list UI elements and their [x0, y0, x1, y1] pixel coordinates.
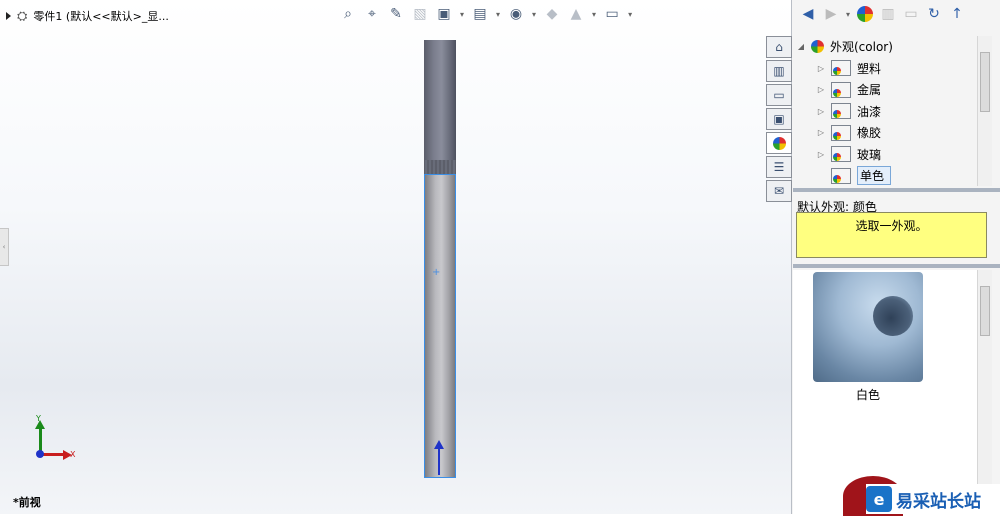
- splitter[interactable]: [793, 264, 1000, 268]
- design-library-tab-icon[interactable]: ▥: [766, 60, 792, 82]
- feature-tree-item[interactable]: ⛭ 零件1 (默认<<默认>_显...: [6, 8, 169, 24]
- tree-item-label: 单色: [857, 166, 892, 186]
- zoom-to-fit-icon[interactable]: ⌕: [338, 4, 358, 24]
- part-icon: ⛭: [17, 8, 28, 24]
- chevron-down-icon[interactable]: ▾: [592, 10, 596, 19]
- graphics-area[interactable]: ⛭ 零件1 (默认<<默认>_显... ⌕ ⌖ ✎ ▧ ▣ ▾ ▤ ▾ ◉ ▾ ◆ ▲…: [0, 0, 792, 514]
- tree-root-label: 外观(color): [830, 40, 893, 55]
- folder-icon: [831, 146, 851, 163]
- triad-origin: [36, 450, 44, 458]
- section-view-icon[interactable]: ▧: [410, 4, 430, 24]
- scrollbar-thumb[interactable]: [980, 286, 990, 336]
- appearance-icon[interactable]: [855, 4, 875, 24]
- view-palette-tab-icon[interactable]: ▣: [766, 108, 792, 130]
- splitter[interactable]: [793, 188, 1000, 192]
- expand-icon[interactable]: ▷: [817, 150, 825, 159]
- tree-item[interactable]: ▷ 塑料: [797, 58, 977, 80]
- thumbnail-scrollbar[interactable]: [977, 270, 992, 514]
- apply-scene-icon[interactable]: ▲: [566, 4, 586, 24]
- view-orientation-icon[interactable]: ▣: [434, 4, 454, 24]
- folder-icon[interactable]: ▭: [901, 4, 921, 24]
- folder-icon: [831, 60, 851, 77]
- appearances-tab-icon[interactable]: [766, 132, 792, 154]
- forward-icon[interactable]: ▶: [821, 4, 841, 24]
- chevron-down-icon[interactable]: ▾: [628, 10, 632, 19]
- tree-item[interactable]: ▷ 金属: [797, 79, 977, 101]
- previous-view-icon[interactable]: ✎: [386, 4, 406, 24]
- tree-item[interactable]: ▷ 油漆: [797, 101, 977, 123]
- chevron-down-icon[interactable]: ▾: [460, 10, 464, 19]
- tree-item[interactable]: ▷ 橡胶: [797, 122, 977, 144]
- library-icon[interactable]: ▥: [878, 4, 898, 24]
- hint-box: 选取一外观。: [796, 212, 987, 258]
- folder-icon: [831, 81, 851, 98]
- chevron-down-icon[interactable]: ▾: [846, 10, 850, 19]
- expand-icon[interactable]: ▷: [817, 64, 825, 73]
- tree-item-label: 橡胶: [857, 126, 882, 141]
- refresh-icon[interactable]: ↻: [924, 4, 944, 24]
- appearance-icon: [811, 40, 824, 54]
- expand-icon[interactable]: ▷: [817, 107, 825, 116]
- zoom-area-icon[interactable]: ⌖: [362, 4, 382, 24]
- appearance-thumbnails: 白色: [793, 270, 983, 516]
- expand-icon[interactable]: ▷: [817, 128, 825, 137]
- chevron-down-icon[interactable]: ▾: [532, 10, 536, 19]
- back-icon[interactable]: ◀: [798, 4, 818, 24]
- feature-tree-label: 零件1 (默认<<默认>_显...: [33, 10, 169, 23]
- appearance-tree: ◢ 外观(color) ▷ 塑料 ▷ 金属 ▷ 油漆 ▷ 橡胶 ▷ 玻璃 单色: [797, 36, 977, 186]
- tree-item[interactable]: ▷ 玻璃: [797, 144, 977, 166]
- tree-scrollbar[interactable]: [977, 36, 992, 186]
- x-axis-label: X: [70, 450, 76, 459]
- thumbnail-label: 白色: [855, 388, 880, 402]
- expand-icon[interactable]: [6, 12, 11, 20]
- y-axis-label: Y: [36, 414, 41, 423]
- hide-show-icon[interactable]: ◉: [506, 4, 526, 24]
- tree-item-label: 油漆: [857, 104, 882, 119]
- folder-icon: [831, 167, 851, 184]
- display-style-icon[interactable]: ▤: [470, 4, 490, 24]
- task-pane-tabs: ⌂ ▥ ▭ ▣ ☰ ✉: [766, 36, 792, 202]
- task-pane-toolbar: ◀ ▶ ▾ ▥ ▭ ↻ ↑: [792, 0, 1000, 28]
- up-icon[interactable]: ↑: [947, 4, 967, 24]
- cylinder-body[interactable]: [424, 174, 456, 478]
- tree-item-label: 金属: [857, 83, 882, 98]
- folder-icon: [831, 124, 851, 141]
- cylinder-cap[interactable]: [424, 40, 456, 162]
- collapse-icon[interactable]: ◢: [797, 42, 805, 51]
- scrollbar-thumb[interactable]: [980, 52, 990, 112]
- home-tab-icon[interactable]: ⌂: [766, 36, 792, 58]
- tree-root[interactable]: ◢ 外观(color): [797, 36, 977, 58]
- origin-marker: +: [432, 267, 441, 278]
- cylinder-knurl[interactable]: [424, 160, 456, 174]
- folder-icon: [831, 103, 851, 120]
- edit-appearance-icon[interactable]: ◆: [542, 4, 562, 24]
- tree-item-label: 玻璃: [857, 147, 882, 162]
- tree-item-label: 塑料: [857, 61, 882, 76]
- heads-up-toolbar: ⌕ ⌖ ✎ ▧ ▣ ▾ ▤ ▾ ◉ ▾ ◆ ▲ ▾ ▭ ▾: [338, 4, 634, 24]
- tree-item-selected[interactable]: 单色: [797, 165, 977, 186]
- watermark-logo-icon: e: [866, 486, 892, 512]
- forum-tab-icon[interactable]: ✉: [766, 180, 792, 202]
- expand-icon[interactable]: ▷: [817, 85, 825, 94]
- custom-properties-tab-icon[interactable]: ☰: [766, 156, 792, 178]
- file-explorer-tab-icon[interactable]: ▭: [766, 84, 792, 106]
- axis-arrow: [438, 445, 440, 475]
- chevron-down-icon[interactable]: ▾: [496, 10, 500, 19]
- watermark: e 易采站长站: [866, 484, 1000, 514]
- thumbnail-image: [873, 296, 913, 336]
- feature-manager-toggle[interactable]: ‹: [0, 228, 9, 266]
- view-name: *前视: [13, 496, 41, 509]
- watermark-text: 易采站长站: [896, 491, 981, 512]
- view-settings-icon[interactable]: ▭: [602, 4, 622, 24]
- appearance-thumbnail[interactable]: [813, 272, 923, 382]
